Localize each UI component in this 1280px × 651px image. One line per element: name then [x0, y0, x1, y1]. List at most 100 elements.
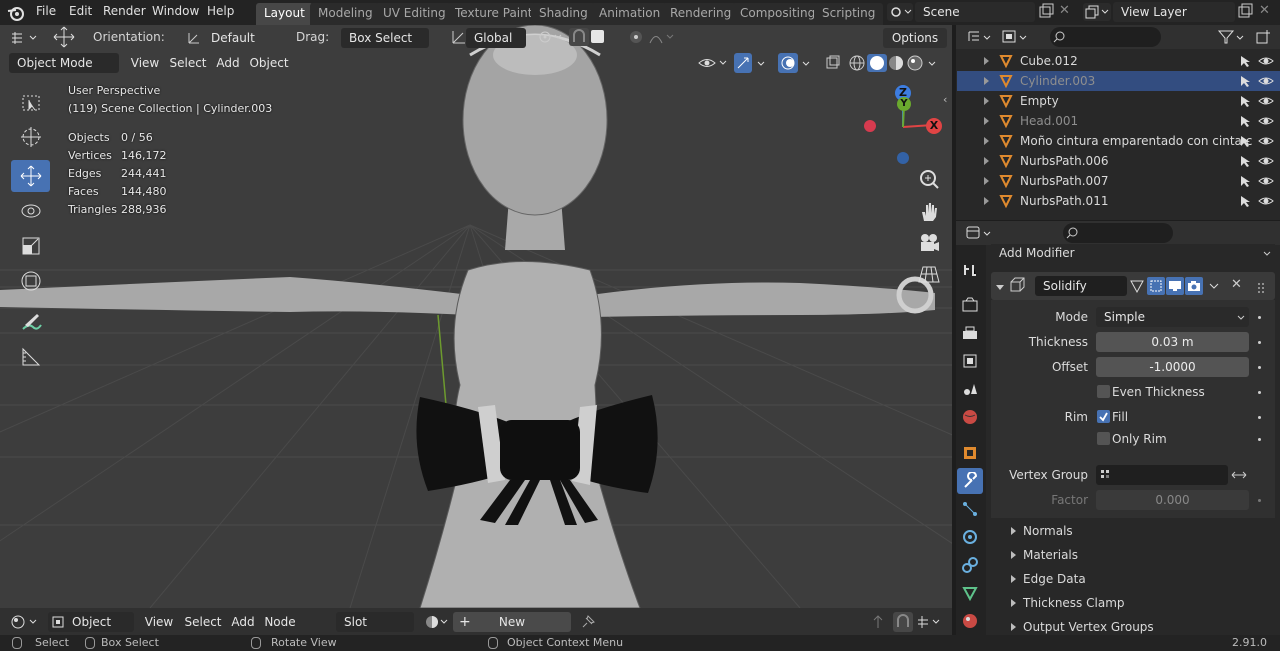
outliner-row[interactable]: Moño cintura emparentado con cinta c	[957, 131, 1280, 151]
select-arrow-icon[interactable]	[1238, 194, 1252, 208]
select-box-tool[interactable]	[11, 87, 50, 119]
scene-tab-icon[interactable]	[957, 376, 983, 402]
world-tab-icon[interactable]	[957, 404, 983, 430]
shader-add-menu[interactable]: Add	[227, 612, 259, 632]
perspective-toggle-icon[interactable]	[917, 262, 941, 286]
shader-select-menu[interactable]: Select	[182, 612, 224, 632]
expand-arrow-icon[interactable]	[984, 117, 989, 125]
tab-scripting[interactable]: Scripting	[814, 3, 884, 25]
material-preview-icon[interactable]	[887, 54, 905, 72]
new-view-layer-icon[interactable]	[1237, 3, 1253, 19]
browse-material-icon[interactable]	[422, 612, 452, 632]
viewport-select-menu[interactable]: Select	[168, 53, 208, 73]
edit-mode-display-icon[interactable]	[1128, 277, 1146, 295]
only-rim-checkbox[interactable]	[1097, 432, 1110, 445]
snap-element-icon[interactable]	[591, 30, 604, 43]
eye-icon[interactable]	[1258, 74, 1274, 88]
view-layer-tab-icon[interactable]	[957, 348, 983, 374]
solid-shading-icon[interactable]	[867, 54, 887, 72]
tab-rendering[interactable]: Rendering	[662, 3, 740, 25]
render-tab-icon[interactable]	[957, 292, 983, 318]
shading-dropdown-icon[interactable]	[925, 54, 941, 72]
add-modifier-dropdown[interactable]: Add Modifier	[991, 244, 1275, 264]
gizmo-dropdown-icon[interactable]	[754, 53, 770, 73]
outliner-row[interactable]: Cube.012	[957, 51, 1280, 71]
xray-toggle-icon[interactable]	[824, 53, 842, 73]
snap-target-icon[interactable]	[914, 612, 944, 632]
blender-logo-icon[interactable]	[7, 4, 25, 22]
even-thickness-animate-dot[interactable]	[1258, 391, 1261, 394]
expand-arrow-icon[interactable]	[984, 57, 989, 65]
filter-icon[interactable]	[1216, 28, 1248, 46]
offset-field[interactable]: -1.0000	[1096, 357, 1249, 377]
tab-modeling[interactable]: Modeling	[310, 3, 381, 25]
outliner-row[interactable]: Cylinder.003	[957, 71, 1280, 91]
subpanel-expand-icon[interactable]	[1011, 623, 1016, 631]
expand-arrow-icon[interactable]	[984, 197, 989, 205]
sidebar-toggle-icon[interactable]: ‹	[943, 93, 952, 106]
visibility-icon[interactable]	[697, 53, 729, 73]
mode-animate-dot[interactable]	[1258, 316, 1261, 319]
shader-node-menu[interactable]: Node	[262, 612, 298, 632]
render-display-icon[interactable]	[1185, 277, 1203, 295]
tab-uv-editing[interactable]: UV Editing	[375, 3, 454, 25]
modifier-tab-icon[interactable]	[957, 468, 983, 494]
select-arrow-icon[interactable]	[1238, 154, 1252, 168]
outliner-search-input[interactable]	[1050, 27, 1161, 47]
new-scene-icon[interactable]	[1038, 3, 1054, 19]
collapse-arrow-icon[interactable]	[995, 281, 1005, 291]
tab-shading[interactable]: Shading	[531, 3, 596, 25]
pan-hand-icon[interactable]	[917, 200, 941, 224]
subpanel-expand-icon[interactable]	[1011, 599, 1016, 607]
particles-tab-icon[interactable]	[957, 496, 983, 522]
gizmo-y-axis[interactable]: Y	[897, 97, 911, 111]
rendered-shading-icon[interactable]	[906, 54, 924, 72]
drag-handle-icon[interactable]	[1255, 280, 1269, 294]
data-tab-icon[interactable]	[957, 580, 983, 606]
viewport-3d[interactable]: Orientation: Default Drag: Box Select Gl…	[0, 25, 952, 608]
proportional-editing-icon[interactable]	[627, 28, 645, 46]
wireframe-shading-icon[interactable]	[848, 54, 866, 72]
tab-animation[interactable]: Animation	[591, 3, 669, 25]
thickness-animate-dot[interactable]	[1258, 341, 1261, 344]
viewport-object-menu[interactable]: Object	[248, 53, 290, 73]
view-layer-name-field[interactable]: View Layer	[1113, 2, 1235, 22]
outliner-row[interactable]: NurbsPath.007	[957, 171, 1280, 191]
parent-node-tree-icon[interactable]	[868, 612, 888, 632]
overlays-toggle-icon[interactable]	[778, 53, 798, 73]
subpanel-header[interactable]: Edge Data	[1023, 572, 1086, 586]
scene-selector-button[interactable]	[887, 3, 913, 21]
eye-icon[interactable]	[1258, 194, 1274, 208]
move-tool[interactable]	[11, 160, 50, 192]
pivot-point-icon[interactable]	[535, 28, 565, 46]
camera-view-icon[interactable]	[917, 231, 941, 255]
even-thickness-checkbox[interactable]	[1097, 385, 1110, 398]
outliner-row[interactable]: NurbsPath.006	[957, 151, 1280, 171]
tool-settings-tab-icon[interactable]	[957, 257, 983, 283]
measure-tool[interactable]	[11, 341, 50, 373]
subpanel-header[interactable]: Output Vertex Groups	[1023, 620, 1154, 634]
material-tab-icon[interactable]	[957, 608, 983, 634]
eye-icon[interactable]	[1258, 114, 1274, 128]
orientation-dropdown[interactable]: Default	[203, 28, 283, 48]
tab-texture-paint[interactable]: Texture Paint	[447, 3, 541, 25]
outliner-row[interactable]: Head.001	[957, 111, 1280, 131]
delete-view-layer-icon[interactable]: ✕	[1259, 4, 1273, 18]
outliner-row[interactable]: NurbsPath.011	[957, 191, 1280, 211]
eye-icon[interactable]	[1258, 94, 1274, 108]
subpanel-expand-icon[interactable]	[1011, 551, 1016, 559]
invert-vertex-group-icon[interactable]	[1229, 466, 1249, 484]
overlays-dropdown-icon[interactable]	[799, 53, 815, 73]
menu-help[interactable]: Help	[200, 0, 241, 25]
new-collection-icon[interactable]	[1254, 28, 1272, 46]
mode-dropdown[interactable]: Object Mode	[9, 53, 119, 73]
drag-dropdown[interactable]: Box Select	[341, 28, 429, 48]
select-arrow-icon[interactable]	[1238, 134, 1252, 148]
subpanel-expand-icon[interactable]	[1011, 527, 1016, 535]
properties-editor-type-icon[interactable]	[964, 224, 996, 242]
tab-layout[interactable]: Layout	[256, 3, 313, 25]
pin-icon[interactable]	[578, 612, 598, 632]
annotate-tool[interactable]	[11, 307, 50, 339]
expand-arrow-icon[interactable]	[984, 157, 989, 165]
outliner-row[interactable]: Empty	[957, 91, 1280, 111]
